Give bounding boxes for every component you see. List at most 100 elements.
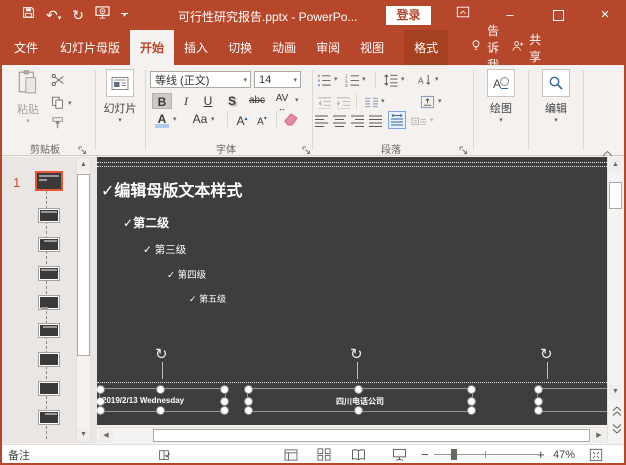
tab-insert[interactable]: 插入 xyxy=(174,30,218,65)
scroll-up-icon[interactable]: ▲ xyxy=(609,158,622,172)
distribute-text-button[interactable] xyxy=(388,111,406,129)
close-button[interactable]: × xyxy=(590,4,620,26)
save-icon[interactable] xyxy=(22,6,35,24)
font-size-combo[interactable]: 14 ▾ xyxy=(254,71,301,88)
tab-review[interactable]: 审阅 xyxy=(306,30,350,65)
scroll-left-icon[interactable]: ◀ xyxy=(99,429,113,443)
copy-dropdown-icon[interactable]: ▾ xyxy=(68,99,72,107)
selection-handle[interactable] xyxy=(467,385,476,394)
layout-thumbnail[interactable] xyxy=(38,208,60,223)
zoom-slider-track[interactable] xyxy=(434,454,538,455)
undo-button[interactable]: ↶▾ xyxy=(46,5,61,25)
panel-scrollbar-thumb[interactable] xyxy=(77,174,90,356)
decrease-indent-button[interactable] xyxy=(317,94,332,110)
line-spacing-button[interactable] xyxy=(383,72,399,88)
date-placeholder[interactable]: 2019/2/13 Wednesday xyxy=(99,388,226,412)
horizontal-scrollbar[interactable]: ◀ ▶ xyxy=(97,427,607,444)
change-case-button[interactable]: Aa xyxy=(190,111,210,127)
selection-handle[interactable] xyxy=(244,397,253,406)
tab-slide-master[interactable]: 幻灯片母版 xyxy=(50,30,130,65)
layout-thumbnail[interactable] xyxy=(38,410,60,425)
copy-button[interactable] xyxy=(51,96,64,114)
maximize-button[interactable] xyxy=(543,4,573,26)
align-left-button[interactable] xyxy=(315,113,329,129)
slides-dropdown-icon[interactable]: ▾ xyxy=(100,116,140,124)
zoom-slider-thumb[interactable] xyxy=(451,449,457,460)
drawing-button[interactable]: A 绘图 ▾ xyxy=(481,69,521,124)
panel-scroll-up-icon[interactable]: ▲ xyxy=(77,158,90,172)
selection-handle[interactable] xyxy=(97,406,105,415)
master-text-level3[interactable]: ✓ 第三级 xyxy=(143,242,186,257)
rotate-handle-icon[interactable]: ↻ xyxy=(540,345,553,363)
columns-button[interactable] xyxy=(364,94,379,110)
align-right-button[interactable] xyxy=(351,113,365,129)
layout-thumbnail[interactable] xyxy=(38,381,60,396)
previous-slide-icon[interactable] xyxy=(612,404,622,422)
text-direction-dropdown-icon[interactable]: ▾ xyxy=(435,75,439,83)
layout-thumbnail[interactable] xyxy=(38,295,60,310)
minimize-button[interactable]: – xyxy=(495,4,525,26)
master-text-level2[interactable]: ✓第二级 xyxy=(123,214,169,231)
paste-button[interactable]: 粘贴 ▾ xyxy=(8,69,48,125)
next-slide-icon[interactable] xyxy=(612,421,622,439)
slide-canvas[interactable]: ✓编辑母版文本样式 ✓第二级 ✓ 第三级 ✓ 第四级 ✓ 第五级 ↻ ↻ ↻ 2… xyxy=(97,157,607,425)
master-text-level5[interactable]: ✓ 第五级 xyxy=(189,292,226,305)
bullets-dropdown-icon[interactable]: ▾ xyxy=(334,75,338,83)
slide-sorter-icon[interactable] xyxy=(317,445,331,464)
panel-scroll-down-icon[interactable]: ▼ xyxy=(77,428,90,442)
font-color-button[interactable]: A xyxy=(155,111,169,127)
selection-handle[interactable] xyxy=(220,397,229,406)
layout-thumbnail[interactable] xyxy=(38,266,60,281)
share-button[interactable]: 共享 xyxy=(505,30,547,65)
columns-dropdown-icon[interactable]: ▾ xyxy=(381,97,385,105)
text-direction-button[interactable]: A xyxy=(417,72,432,88)
change-case-dropdown-icon[interactable]: ▾ xyxy=(211,115,215,123)
line-spacing-dropdown-icon[interactable]: ▾ xyxy=(401,75,405,83)
rotate-handle-icon[interactable]: ↻ xyxy=(350,345,363,363)
selection-handle[interactable] xyxy=(354,385,363,394)
clear-formatting-icon[interactable] xyxy=(283,111,299,131)
tab-format[interactable]: 格式 xyxy=(404,30,448,65)
selection-handle[interactable] xyxy=(156,385,165,394)
selection-handle[interactable] xyxy=(156,406,165,415)
tell-me-box[interactable]: 告诉我 xyxy=(464,30,505,65)
increase-indent-button[interactable] xyxy=(336,94,351,110)
scroll-right-icon[interactable]: ▶ xyxy=(592,429,606,443)
fit-to-window-icon[interactable] xyxy=(589,445,603,464)
justify-button[interactable] xyxy=(369,113,383,129)
bullets-button[interactable] xyxy=(317,72,332,88)
tab-animations[interactable]: 动画 xyxy=(262,30,306,65)
notes-button[interactable]: 备注 xyxy=(8,445,30,464)
zoom-out-button[interactable]: − xyxy=(421,445,429,464)
grow-font-button[interactable]: A▴ xyxy=(233,111,251,127)
selection-handle[interactable] xyxy=(97,385,105,394)
selection-handle[interactable] xyxy=(244,385,253,394)
selection-handle[interactable] xyxy=(467,406,476,415)
convert-smartart-button[interactable] xyxy=(411,113,427,129)
rotate-handle-icon[interactable]: ↻ xyxy=(155,345,168,363)
layout-thumbnail[interactable] xyxy=(38,237,60,252)
tab-view[interactable]: 视图 xyxy=(350,30,394,65)
font-color-dropdown-icon[interactable]: ▾ xyxy=(173,115,177,123)
selection-handle[interactable] xyxy=(467,397,476,406)
character-spacing-dropdown-icon[interactable]: ▾ xyxy=(295,96,299,104)
character-spacing-button[interactable]: AV↔ xyxy=(272,91,292,107)
spell-check-icon[interactable] xyxy=(157,445,171,464)
selection-handle[interactable] xyxy=(534,406,543,415)
numbering-button[interactable]: 123 xyxy=(345,72,360,88)
font-size-dropdown-icon[interactable]: ▾ xyxy=(293,76,300,84)
panel-scrollbar[interactable]: ▲ ▼ xyxy=(76,157,91,443)
slideshow-view-icon[interactable] xyxy=(392,445,407,464)
align-center-button[interactable] xyxy=(333,113,347,129)
vertical-scrollbar[interactable]: ▲ ▼ xyxy=(607,157,625,443)
undo-dropdown-icon[interactable]: ▾ xyxy=(58,15,62,22)
drawing-dropdown-icon[interactable]: ▾ xyxy=(481,116,521,124)
numbering-dropdown-icon[interactable]: ▾ xyxy=(362,75,366,83)
master-text-level1[interactable]: ✓编辑母版文本样式 xyxy=(101,177,242,201)
format-painter-button[interactable] xyxy=(51,116,65,135)
paste-dropdown-icon[interactable]: ▾ xyxy=(8,117,48,125)
customize-qat-icon[interactable]: ▾ xyxy=(121,13,128,18)
tab-file[interactable]: 文件 xyxy=(0,30,50,65)
selection-handle[interactable] xyxy=(220,385,229,394)
sign-in-button[interactable]: 登录 xyxy=(386,6,431,25)
